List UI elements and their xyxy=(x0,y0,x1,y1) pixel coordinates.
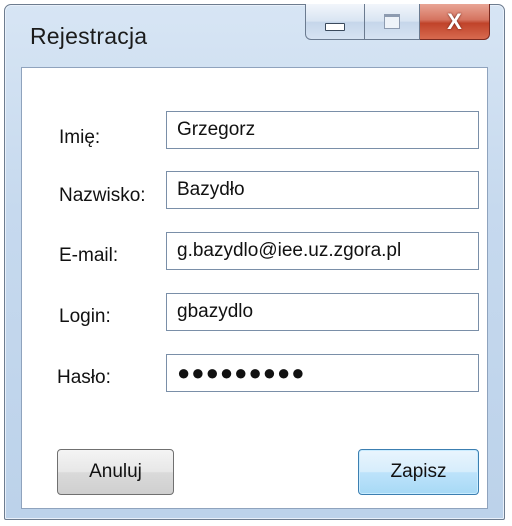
maximize-icon xyxy=(384,14,400,29)
minimize-button[interactable] xyxy=(305,4,365,40)
maximize-button[interactable] xyxy=(365,4,420,40)
first-name-label: Imię: xyxy=(59,127,101,148)
save-button[interactable]: Zapisz xyxy=(358,449,479,495)
login-field[interactable]: gbazydlo xyxy=(166,293,479,331)
email-field[interactable]: g.bazydlo@iee.uz.zgora.pl xyxy=(166,232,479,270)
title-bar[interactable]: Rejestracja X xyxy=(5,4,504,57)
password-label: Hasło: xyxy=(57,367,111,388)
close-button[interactable]: X xyxy=(420,4,490,40)
email-label: E-mail: xyxy=(59,245,119,266)
registration-window: Rejestracja X Imię: Grzegorz Nazwisko: B… xyxy=(4,4,505,520)
last-name-field[interactable]: Bazydło xyxy=(166,171,479,209)
cancel-button[interactable]: Anuluj xyxy=(57,449,174,495)
password-field[interactable]: ●●●●●●●●● xyxy=(166,354,479,392)
last-name-label: Nazwisko: xyxy=(59,185,146,206)
first-name-field[interactable]: Grzegorz xyxy=(166,111,479,149)
window-title: Rejestracja xyxy=(30,23,148,49)
close-icon: X xyxy=(447,8,462,34)
minimize-icon xyxy=(325,22,345,31)
form-panel: Imię: Grzegorz Nazwisko: Bazydło E-mail:… xyxy=(21,67,488,509)
caption-buttons: X xyxy=(305,4,490,42)
login-label: Login: xyxy=(59,306,111,327)
